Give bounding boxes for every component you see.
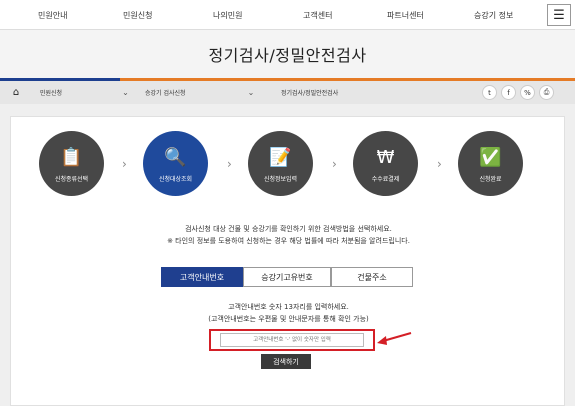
breadcrumb-label: 정기검사/정밀안전검사 — [281, 90, 339, 97]
step-label: 수수료결제 — [371, 176, 400, 183]
hamburger-menu-icon[interactable]: ☰ — [547, 4, 571, 26]
nav-item-my[interactable]: 나의민원 — [213, 10, 242, 21]
hint-subtext: (고객안내번호는 우편물 및 안내문자를 통해 확인 가능) — [208, 315, 369, 323]
nav-item-elevator-info[interactable]: 승강기 정보 — [474, 10, 513, 21]
step-complete: ✅ 신청완료 — [458, 131, 523, 196]
search-button[interactable]: 검색하기 — [261, 354, 311, 369]
step-lookup-target: 🔍 신청대상조회 — [143, 131, 208, 196]
nav-item-partner[interactable]: 파트너센터 — [387, 10, 424, 21]
nav-item-guide[interactable]: 민원안내 — [38, 10, 67, 21]
step-label: 신청종류선택 — [54, 176, 89, 183]
chevron-down-icon: ⌄ — [247, 88, 255, 97]
breadcrumb: ⌂ 민원신청 ⌄ 승강기 검사신청 ⌄ 정기검사/정밀안전검사 t f % ⎙ — [0, 78, 575, 104]
step-label: 신청정보입력 — [263, 176, 298, 183]
step-label: 신청대상조회 — [158, 176, 193, 183]
red-arrow-icon — [377, 332, 412, 345]
won-coin-icon: ₩ — [376, 147, 395, 168]
top-navigation: 민원안내 민원신청 나의민원 고객센터 파트너센터 승강기 정보 ☰ — [0, 0, 575, 30]
warning-text: ※ 타인의 정보를 도용하여 신청하는 경우 해당 법률에 따라 처분됨을 알려… — [167, 237, 410, 245]
breadcrumb-label: 민원신청 — [40, 90, 63, 97]
step-enter-info: 📝 신청정보입력 — [248, 131, 313, 196]
clipboard-check-icon: ✅ — [479, 147, 502, 168]
chevron-right-icon: › — [122, 157, 127, 171]
step-label: 신청완료 — [479, 176, 502, 183]
tab-elevator-number[interactable]: 승강기고유번호 — [243, 267, 331, 287]
chevron-down-icon: ⌄ — [122, 88, 129, 97]
breadcrumb-item-inspection[interactable]: 승강기 검사신청 ⌄ — [145, 81, 254, 104]
facebook-icon[interactable]: f — [501, 85, 516, 100]
home-icon[interactable]: ⌂ — [0, 81, 32, 104]
document-edit-icon: 📝 — [269, 147, 292, 168]
breadcrumb-label: 승강기 검사신청 — [145, 90, 186, 97]
step-payment: ₩ 수수료결제 — [353, 131, 418, 196]
page-title: 정기검사/정밀안전검사 — [208, 46, 367, 65]
tab-customer-number[interactable]: 고객안내번호 — [161, 267, 243, 287]
main-panel: 📋 신청종류선택 › 🔍 신청대상조회 › 📝 신청정보입력 › ₩ 수수료결제… — [10, 116, 565, 406]
hint-text: 고객안내번호 숫자 13자리를 입력하세요. — [228, 303, 349, 311]
clipboard-icon: 📋 — [60, 147, 83, 168]
page-header: 정기검사/정밀안전검사 — [0, 30, 575, 78]
description-text: 검사신청 대상 건물 및 승강기를 확인하기 위한 검색방법을 선택하세요. — [185, 225, 392, 233]
breadcrumb-item-apply[interactable]: 민원신청 ⌄ — [40, 81, 129, 104]
nav-item-customer[interactable]: 고객센터 — [303, 10, 332, 21]
link-icon[interactable]: % — [520, 85, 535, 100]
tab-building-address[interactable]: 건물주소 — [331, 267, 413, 287]
nav-item-apply[interactable]: 민원신청 — [123, 10, 152, 21]
search-method-tabs: 고객안내번호 승강기고유번호 건물주소 — [161, 267, 413, 287]
chevron-right-icon: › — [332, 157, 337, 171]
step-select-type: 📋 신청종류선택 — [39, 131, 104, 196]
document-search-icon: 🔍 — [164, 147, 187, 168]
print-icon[interactable]: ⎙ — [539, 85, 554, 100]
breadcrumb-item-current: 정기검사/정밀안전검사 — [281, 81, 338, 104]
customer-number-input[interactable] — [220, 333, 364, 347]
twitter-icon[interactable]: t — [482, 85, 497, 100]
input-highlight-box — [209, 329, 375, 351]
chevron-right-icon: › — [437, 157, 442, 171]
chevron-right-icon: › — [227, 157, 232, 171]
